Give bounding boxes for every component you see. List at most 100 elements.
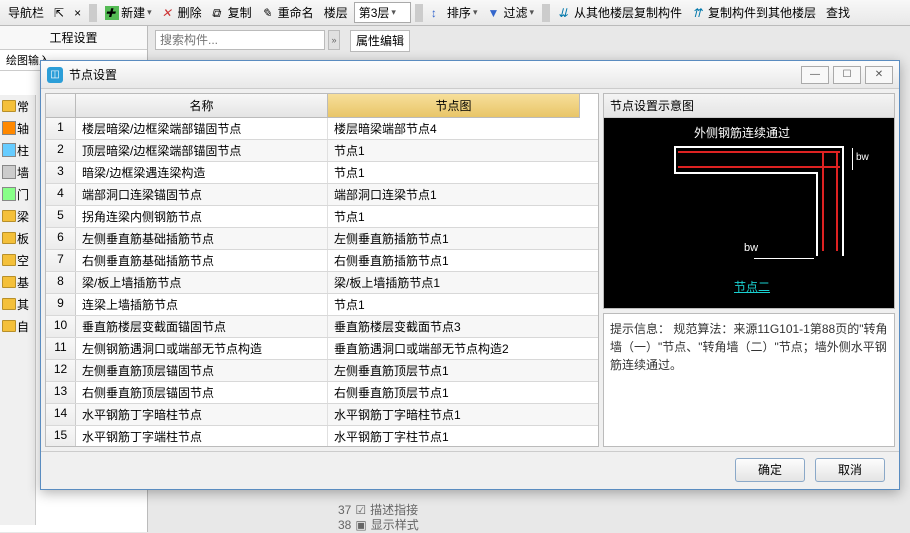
table-row[interactable]: 9连梁上墙插筋节点节点1	[46, 294, 598, 316]
cell-node[interactable]: 楼层暗梁端部节点4	[328, 118, 580, 139]
bottom-rows: 37☑描述指接 38▣显示样式	[338, 502, 538, 532]
folder-icon[interactable]	[2, 320, 16, 332]
row-num: 15	[46, 426, 76, 447]
cell-name: 左侧垂直筋基础插筋节点	[76, 228, 328, 249]
minimize-button[interactable]: —	[801, 66, 829, 84]
cell-node[interactable]: 节点1	[328, 294, 580, 315]
row-num: 4	[46, 184, 76, 205]
row-num: 1	[46, 118, 76, 139]
maximize-button[interactable]: ☐	[833, 66, 861, 84]
row-num: 2	[46, 140, 76, 161]
folder-icon[interactable]	[2, 232, 16, 244]
hint-label: 提示信息：	[610, 322, 670, 336]
cell-name: 端部洞口连梁锚固节点	[76, 184, 328, 205]
cancel-button[interactable]: 取消	[815, 458, 885, 482]
layer-select[interactable]: 第3层 ▾	[354, 2, 411, 23]
table-row[interactable]: 5拐角连梁内侧钢筋节点节点1	[46, 206, 598, 228]
table-row[interactable]: 13右侧垂直筋顶层锚固节点右侧垂直筋顶层节点1	[46, 382, 598, 404]
row-num: 9	[46, 294, 76, 315]
delete-button[interactable]: ✕删除	[158, 2, 206, 23]
cell-name: 连梁上墙插筋节点	[76, 294, 328, 315]
rename-button[interactable]: ✎重命名	[258, 2, 318, 23]
table-row[interactable]: 12左侧垂直筋顶层锚固节点左侧垂直筋顶层节点1	[46, 360, 598, 382]
hint-panel: 提示信息： 规范算法：来源11G101-1第88页的"转角墙（一）"节点、"转角…	[603, 313, 895, 447]
cell-name: 右侧垂直筋基础插筋节点	[76, 250, 328, 271]
dialog-titlebar: ◫ 节点设置 — ☐ ✕	[41, 61, 899, 89]
table-row[interactable]: 2顶层暗梁/边框梁端部锚固节点节点1	[46, 140, 598, 162]
cell-node[interactable]: 梁/板上墙插筋节点1	[328, 272, 580, 293]
project-settings[interactable]: 工程设置	[0, 26, 147, 50]
cell-name: 垂直筋楼层变截面锚固节点	[76, 316, 328, 337]
layer-label: 楼层	[320, 2, 352, 23]
table-row[interactable]: 8梁/板上墙插筋节点梁/板上墙插筋节点1	[46, 272, 598, 294]
main-toolbar: 导航栏 ⇱ × ✚新建▾ ✕删除 ⧉复制 ✎重命名 楼层 第3层 ▾ ↕排序▾ …	[0, 0, 910, 26]
dialog-title: 节点设置	[69, 66, 117, 83]
row-num: 6	[46, 228, 76, 249]
row-num: 12	[46, 360, 76, 381]
nav-label: 导航栏	[4, 2, 48, 23]
cell-node[interactable]: 节点1	[328, 140, 580, 161]
table-row[interactable]: 11左侧钢筋遇洞口或端部无节点构造垂直筋遇洞口或端部无节点构造2	[46, 338, 598, 360]
cell-node[interactable]: 左侧垂直筋插筋节点1	[328, 228, 580, 249]
cell-name: 右侧垂直筋顶层锚固节点	[76, 382, 328, 403]
cell-name: 左侧垂直筋顶层锚固节点	[76, 360, 328, 381]
table-row[interactable]: 14水平钢筋丁字暗柱节点水平钢筋丁字暗柱节点1	[46, 404, 598, 426]
cell-node[interactable]: 水平钢筋丁字暗柱节点1	[328, 404, 580, 425]
cell-name: 水平钢筋丁字端柱节点	[76, 426, 328, 447]
cell-name: 梁/板上墙插筋节点	[76, 272, 328, 293]
col-name: 名称	[76, 94, 328, 118]
door-icon[interactable]	[2, 187, 16, 201]
cell-name: 左侧钢筋遇洞口或端部无节点构造	[76, 338, 328, 359]
find-button[interactable]: 查找	[822, 2, 854, 23]
row-num: 7	[46, 250, 76, 271]
table-row[interactable]: 7右侧垂直筋基础插筋节点右侧垂直筋插筋节点1	[46, 250, 598, 272]
folder-icon[interactable]	[2, 298, 16, 310]
cell-node[interactable]: 垂直筋楼层变截面节点3	[328, 316, 580, 337]
cell-node[interactable]: 左侧垂直筋顶层节点1	[328, 360, 580, 381]
folder-icon[interactable]	[2, 210, 16, 222]
table-row[interactable]: 6左侧垂直筋基础插筋节点左侧垂直筋插筋节点1	[46, 228, 598, 250]
cell-name: 水平钢筋丁字暗柱节点	[76, 404, 328, 425]
row-num: 3	[46, 162, 76, 183]
close-button[interactable]: ✕	[865, 66, 893, 84]
node-grid[interactable]: 名称 节点图 1楼层暗梁/边框梁端部锚固节点楼层暗梁端部节点42顶层暗梁/边框梁…	[45, 93, 599, 447]
cell-node[interactable]: 节点1	[328, 162, 580, 183]
folder-icon[interactable]	[2, 276, 16, 288]
search-input[interactable]	[155, 30, 325, 50]
icon-strip: 常 轴 柱 墙 门 梁 板 空 基 其 自	[0, 95, 36, 525]
col-node: 节点图	[328, 94, 580, 118]
column-icon[interactable]	[2, 143, 16, 157]
wall-icon[interactable]	[2, 165, 16, 179]
app-icon: ◫	[47, 67, 63, 83]
cell-node[interactable]: 垂直筋遇洞口或端部无节点构造2	[328, 338, 580, 359]
folder-icon[interactable]	[2, 254, 16, 266]
cell-node[interactable]: 端部洞口连梁节点1	[328, 184, 580, 205]
folder-icon[interactable]	[2, 100, 16, 112]
row-num: 10	[46, 316, 76, 337]
new-button[interactable]: ✚新建▾	[101, 2, 156, 23]
copy-button[interactable]: ⧉复制	[208, 2, 256, 23]
preview-link[interactable]: 节点二	[734, 278, 770, 295]
cell-node[interactable]: 右侧垂直筋顶层节点1	[328, 382, 580, 403]
row-num: 14	[46, 404, 76, 425]
table-row[interactable]: 4端部洞口连梁锚固节点端部洞口连梁节点1	[46, 184, 598, 206]
search-expand-icon[interactable]: »	[328, 30, 340, 50]
grid-axis-icon[interactable]	[2, 121, 16, 135]
copyto-button[interactable]: ⇈复制构件到其他楼层	[688, 2, 820, 23]
pin-icon[interactable]: ⇱	[50, 4, 68, 22]
sort-button[interactable]: ↕排序▾	[427, 2, 482, 23]
table-row[interactable]: 10垂直筋楼层变截面锚固节点垂直筋楼层变截面节点3	[46, 316, 598, 338]
property-edit-tab[interactable]: 属性编辑	[350, 30, 410, 52]
cell-node[interactable]: 水平钢筋丁字柱节点1	[328, 426, 580, 447]
copyfrom-button[interactable]: ⇊从其他楼层复制构件	[554, 2, 686, 23]
row-num: 5	[46, 206, 76, 227]
filter-button[interactable]: ▼过滤▾	[483, 2, 538, 23]
table-row[interactable]: 15水平钢筋丁字端柱节点水平钢筋丁字柱节点1	[46, 426, 598, 447]
table-row[interactable]: 1楼层暗梁/边框梁端部锚固节点楼层暗梁端部节点4	[46, 118, 598, 140]
cell-node[interactable]: 右侧垂直筋插筋节点1	[328, 250, 580, 271]
table-row[interactable]: 3暗梁/边框梁遇连梁构造节点1	[46, 162, 598, 184]
cell-node[interactable]: 节点1	[328, 206, 580, 227]
close-icon[interactable]: ×	[70, 4, 85, 22]
ok-button[interactable]: 确定	[735, 458, 805, 482]
node-settings-dialog: ◫ 节点设置 — ☐ ✕ 名称 节点图 1楼层暗梁/边框梁端部锚固节点楼层暗梁端…	[40, 60, 900, 490]
